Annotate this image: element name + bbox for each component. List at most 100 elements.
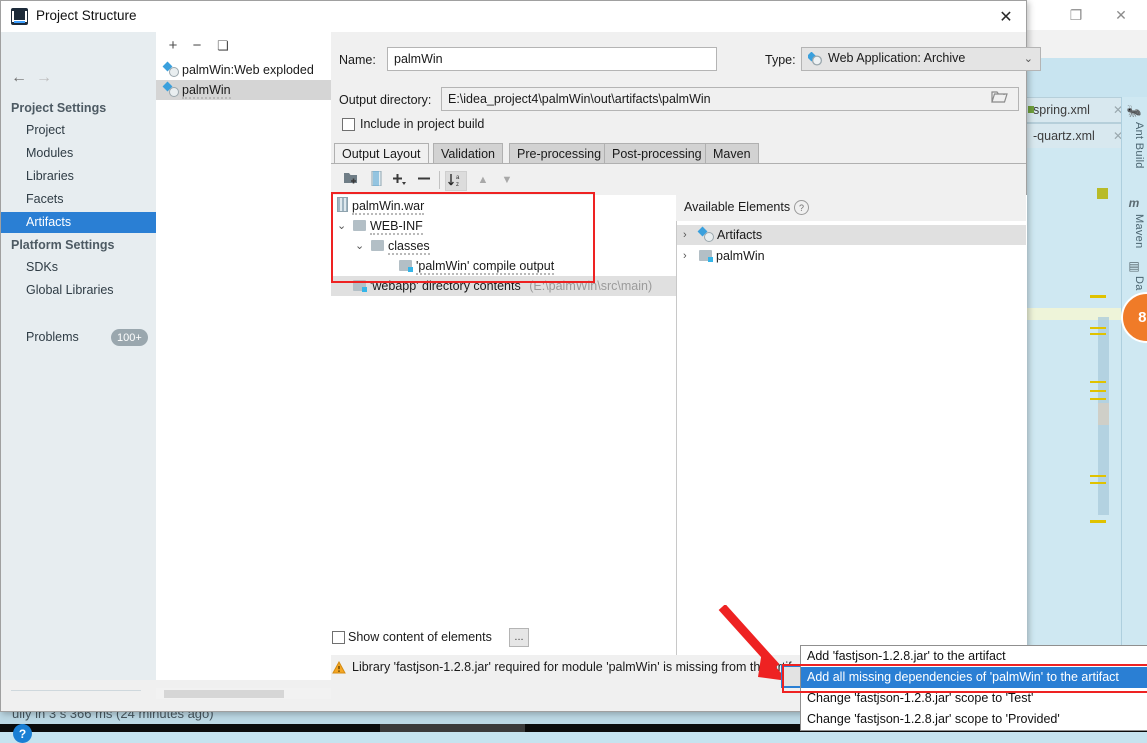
list-item[interactable]: palmWin:Web exploded: [156, 60, 331, 80]
window-restore-button[interactable]: ❐: [1055, 0, 1097, 30]
tree-expander[interactable]: ›: [683, 225, 687, 245]
include-in-build-label: Include in project build: [360, 117, 484, 131]
editor-marker: [1090, 327, 1106, 329]
window-close-button[interactable]: ✕: [1100, 0, 1142, 30]
tree-row[interactable]: classes: [371, 236, 430, 256]
menu-item-scope-test[interactable]: Change 'fastjson-1.2.8.jar' scope to 'Te…: [801, 688, 1147, 709]
tool-label: Ant Build: [1133, 122, 1145, 169]
dialog-titlebar: [1, 1, 1026, 33]
tree-expander[interactable]: ⌄: [355, 236, 364, 256]
horizontal-scrollbar-thumb[interactable]: [164, 690, 284, 698]
editor-tab-quartz-xml[interactable]: -quartz.xml ✕: [1026, 123, 1128, 149]
remove-artifact-button[interactable]: −: [188, 37, 206, 55]
question-mark-glyph: ?: [798, 202, 804, 213]
list-item[interactable]: palmWin: [156, 80, 331, 100]
tree-row-label: palmWin: [716, 249, 765, 263]
include-in-build-checkbox[interactable]: [342, 118, 355, 131]
maven-icon: m: [1128, 196, 1140, 210]
ant-icon: 🐜: [1126, 104, 1142, 118]
tree-expander[interactable]: ⌄: [337, 216, 346, 236]
artifact-icon: [162, 81, 179, 97]
tree-row-label: classes: [388, 239, 430, 255]
sidebar-item-modules[interactable]: Modules: [1, 143, 156, 164]
question-mark-icon: ?: [18, 726, 27, 741]
name-input[interactable]: [387, 47, 717, 71]
move-down-icon[interactable]: ▼: [498, 171, 516, 190]
help-icon[interactable]: ?: [794, 200, 809, 215]
help-button[interactable]: ?: [13, 724, 32, 743]
output-layout-toolbar: az ▲ ▼: [331, 167, 1026, 195]
sidebar-item-facets[interactable]: Facets: [1, 189, 156, 210]
svg-text:z: z: [456, 182, 459, 188]
tree-expander[interactable]: ›: [683, 246, 687, 266]
sidebar-item-artifacts[interactable]: Artifacts: [1, 212, 156, 233]
taskbar-item[interactable]: [380, 724, 525, 732]
module-icon: [699, 250, 713, 262]
tree-row[interactable]: palmWin.war: [337, 196, 425, 216]
svg-text:a: a: [456, 175, 460, 181]
editor-marker: [1090, 295, 1106, 298]
sidebar-nav: ← →: [1, 63, 156, 93]
move-up-icon[interactable]: ▲: [474, 171, 492, 190]
copy-artifact-button[interactable]: ❏: [214, 37, 232, 55]
sort-az-icon[interactable]: az: [445, 171, 467, 191]
tab-maven[interactable]: Maven: [705, 143, 759, 164]
add-directory-icon[interactable]: [341, 171, 361, 190]
editor-tab-label: -quartz.xml: [1033, 129, 1095, 143]
tab-pre-processing[interactable]: Pre-processing: [509, 143, 610, 164]
copy-icon: ❏: [217, 38, 229, 53]
add-archive-icon[interactable]: [367, 170, 385, 190]
editor-marker: [1090, 381, 1106, 383]
sidebar-item-libraries[interactable]: Libraries: [1, 166, 156, 187]
add-artifact-button[interactable]: +: [164, 37, 182, 55]
output-directory-input[interactable]: [441, 87, 1019, 111]
tab-label: Maven: [713, 147, 751, 161]
output-layout-tree[interactable]: palmWin.war ⌄ WEB-INF ⌄ classes 'palmWin…: [331, 195, 676, 655]
editor-tab-spring-xml[interactable]: spring.xml ✕: [1026, 97, 1128, 123]
tab-output-layout[interactable]: Output Layout: [334, 143, 429, 164]
tree-row[interactable]: 'palmWin' compile output: [399, 256, 555, 276]
editor-tabs: Output Layout Validation Pre-processing …: [331, 143, 1026, 164]
menu-item-add-all-missing[interactable]: Add all missing dependencies of 'palmWin…: [801, 667, 1147, 688]
list-item-label: palmWin: [182, 83, 231, 99]
restore-icon: ❐: [1069, 6, 1083, 23]
ellipsis-icon: ...: [514, 631, 524, 643]
show-content-checkbox[interactable]: [332, 631, 345, 644]
tool-button-maven[interactable]: Maven: [1123, 214, 1145, 258]
tab-post-processing[interactable]: Post-processing: [604, 143, 710, 164]
tab-validation[interactable]: Validation: [433, 143, 503, 164]
sidebar-item-project[interactable]: Project: [1, 120, 156, 141]
editor-scrollbar-thumb[interactable]: [1098, 403, 1109, 425]
folder-icon[interactable]: [991, 90, 1009, 106]
sidebar-item-sdks[interactable]: SDKs: [1, 257, 156, 278]
icon-glyph: ▲: [477, 174, 489, 186]
editor-tab-label: spring.xml: [1033, 103, 1090, 117]
type-combobox[interactable]: Web Application: Archive ⌄: [801, 47, 1041, 71]
tab-label: Output Layout: [342, 147, 421, 161]
tool-label: Da: [1133, 276, 1145, 291]
close-icon: ✕: [999, 8, 1013, 26]
nav-forward-button[interactable]: →: [34, 69, 54, 87]
tree-row[interactable]: palmWin: [699, 246, 765, 266]
archive-icon: [337, 197, 348, 212]
sidebar-item-problems[interactable]: Problems 100+: [1, 326, 156, 350]
artifact-editor-panel: Name: Type: Web Application: Archive ⌄ O…: [331, 32, 1041, 680]
menu-item-add-jar[interactable]: Add 'fastjson-1.2.8.jar' to the artifact: [801, 646, 1147, 667]
tree-row-label: WEB-INF: [370, 219, 423, 235]
add-element-icon[interactable]: [389, 171, 409, 190]
nav-back-button[interactable]: ←: [9, 69, 29, 87]
tree-row[interactable]: Artifacts: [677, 225, 1026, 245]
remove-element-icon[interactable]: [415, 171, 433, 190]
show-content-options-button[interactable]: ...: [509, 628, 529, 647]
tree-row[interactable]: WEB-INF: [353, 216, 423, 236]
tree-row[interactable]: 'webapp' directory contents (E:\palmWin\…: [331, 276, 676, 296]
menu-item-scope-provided[interactable]: Change 'fastjson-1.2.8.jar' scope to 'Pr…: [801, 709, 1147, 730]
artifact-icon: [806, 51, 823, 66]
dialog-close-button[interactable]: ✕: [986, 1, 1026, 32]
editor-marker: [1090, 333, 1106, 335]
tool-button-ant-build[interactable]: Ant Build: [1123, 122, 1145, 180]
tab-label: Validation: [441, 147, 495, 161]
sidebar-item-global-libraries[interactable]: Global Libraries: [1, 280, 156, 301]
chevron-down-icon: ⌄: [337, 220, 347, 232]
editor-marker-square: [1097, 188, 1108, 199]
